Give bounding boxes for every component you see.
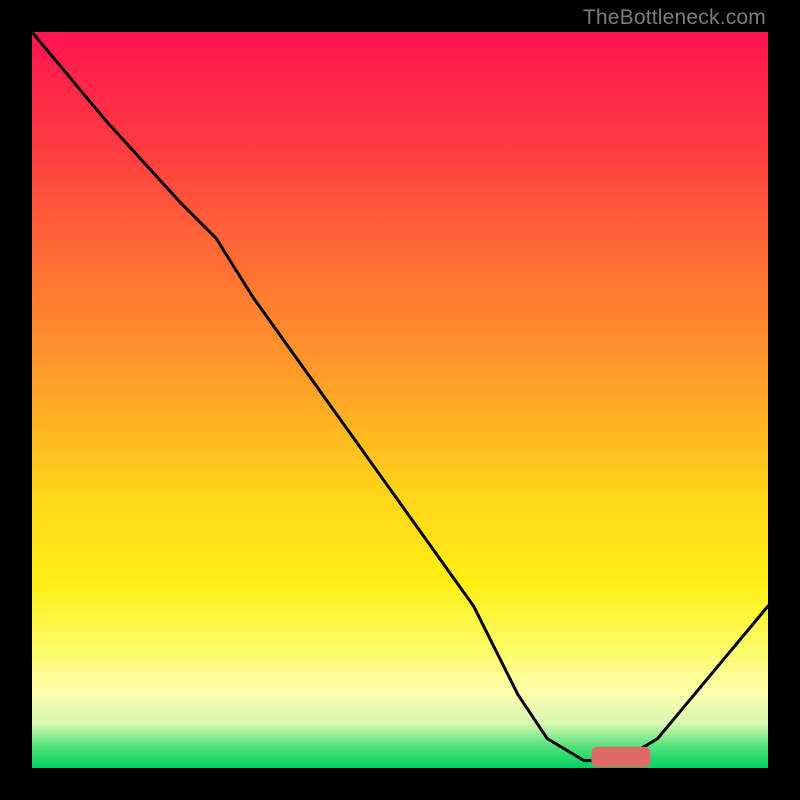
optimum-marker xyxy=(591,747,650,768)
bottleneck-curve xyxy=(32,32,768,761)
attribution-label: TheBottleneck.com xyxy=(583,6,766,30)
chart-stage: TheBottleneck.com xyxy=(0,0,800,800)
plot-area xyxy=(32,32,768,768)
chart-svg xyxy=(32,32,768,768)
